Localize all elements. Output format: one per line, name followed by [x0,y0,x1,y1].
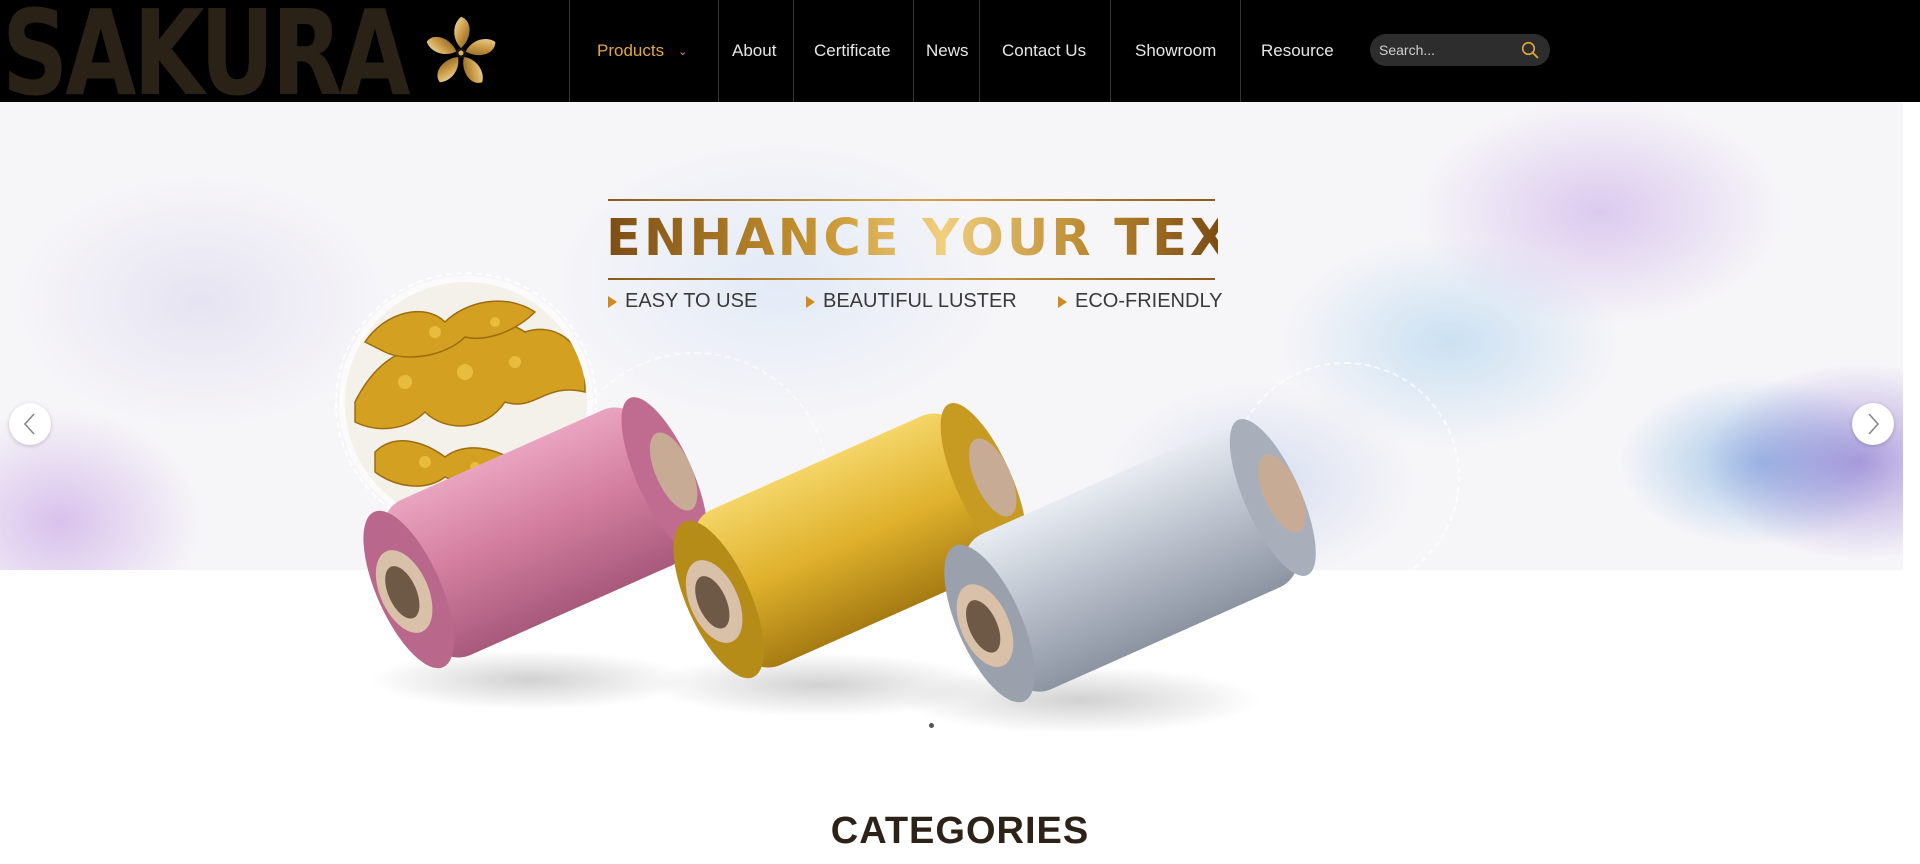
triangle-bullet-icon [1058,295,1067,308]
categories-heading: CATEGORIES [830,810,1090,852]
decorative-ring [1230,362,1460,570]
search-icon[interactable] [1520,40,1540,60]
carousel-next-button[interactable] [1852,403,1894,445]
nav-item-label: Certificate [814,41,891,60]
feature-item: EASY TO USE [608,290,757,313]
title-divider-bottom [608,278,1215,280]
nav-item-label: About [732,41,777,60]
feature-label: ECO-FRIENDLY [1075,290,1223,312]
hero-title: ENHANCE YOUR TEXTILE [606,209,1366,268]
nav-item-label: Contact Us [1002,41,1087,60]
chevron-down-icon: ⌄ [678,45,688,58]
search-input[interactable] [1379,40,1519,60]
triangle-bullet-icon [806,295,815,308]
nav-item-label: Showroom [1135,41,1217,60]
site-header: SAKURA Products ⌄ About Certificate News… [0,0,1920,112]
feature-item: ECO-FRIENDLY [1058,290,1222,313]
nav-item-certificate[interactable]: Certificate [793,0,913,102]
feature-item: BEAUTIFUL LUSTER [806,290,1017,313]
brand-wordmark[interactable]: SAKURA [2,0,410,112]
carousel-dot[interactable] [929,723,934,728]
nav-item-about[interactable]: About [718,0,793,102]
carousel-prev-button[interactable] [9,403,51,445]
nav-item-label: News [926,41,969,60]
title-divider-top [608,199,1215,201]
feature-label: BEAUTIFUL LUSTER [823,290,1017,312]
main-nav: Products ⌄ About Certificate News Contac… [569,0,1365,102]
flower-logo-icon[interactable] [420,12,502,94]
chevron-left-icon [23,413,35,435]
triangle-bullet-icon [608,295,617,308]
decorative-ring [560,352,830,570]
feature-label: EASY TO USE [625,290,758,312]
gold-lace-image [345,282,587,524]
hero-banner: ENHANCE YOUR TEXTILE EASY TO USE BEAUTIF… [0,102,1903,570]
nav-item-label: Resource [1261,41,1334,60]
nav-item-news[interactable]: News [913,0,979,102]
nav-item-contact-us[interactable]: Contact Us [979,0,1110,102]
search-box [1370,34,1550,66]
nav-item-showroom[interactable]: Showroom [1110,0,1240,102]
nav-item-resource[interactable]: Resource [1240,0,1365,102]
nav-item-label: Products [597,41,665,60]
chevron-right-icon [1868,413,1880,435]
nav-item-products[interactable]: Products ⌄ [569,0,718,102]
